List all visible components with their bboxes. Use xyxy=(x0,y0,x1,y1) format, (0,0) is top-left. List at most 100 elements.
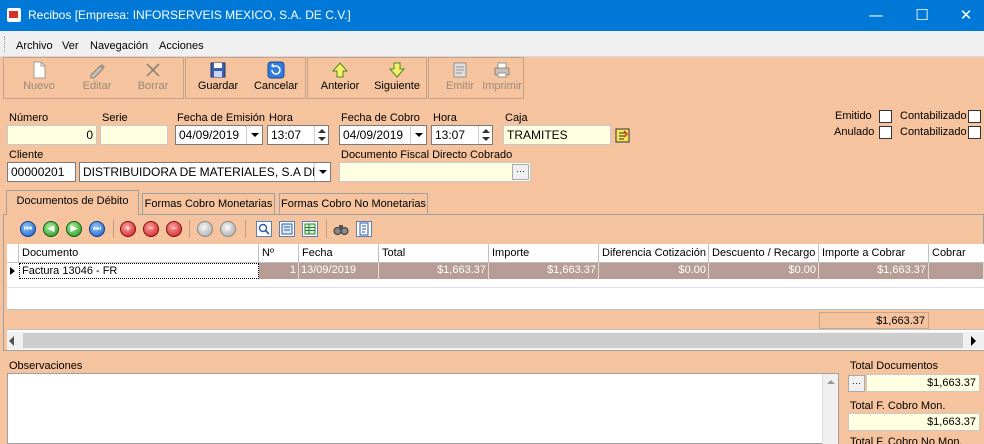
minimize-button[interactable]: — xyxy=(853,0,899,31)
grid-header-descuento[interactable]: Descuento / Recargo xyxy=(709,244,819,263)
spin-updown-icon[interactable] xyxy=(314,126,328,144)
fecha-cobro-input[interactable]: 04/09/2019 xyxy=(339,125,427,145)
imprimir-button[interactable]: Imprimir xyxy=(482,59,522,97)
contabilizado-checkbox-2[interactable] xyxy=(968,126,981,139)
search-icon[interactable] xyxy=(256,221,272,237)
fecha-cobro-value: 04/09/2019 xyxy=(343,128,404,142)
prev-record-icon[interactable]: ◀ xyxy=(43,221,59,237)
table-row-numero[interactable]: 1 xyxy=(259,263,299,279)
hora-emision-value: 13:07 xyxy=(271,128,302,142)
grid-view-icon[interactable] xyxy=(302,221,318,237)
table-row-descuento[interactable]: $0.00 xyxy=(709,263,819,279)
observaciones-textarea[interactable] xyxy=(7,373,839,444)
cliente-name-select[interactable]: DISTRIBUIDORA DE MATERIALES, S.A DE C.V. xyxy=(79,162,331,182)
chevron-down-icon[interactable] xyxy=(314,163,330,181)
menu-archivo[interactable]: Archivo xyxy=(16,40,53,52)
remove-row-icon[interactable]: − xyxy=(143,221,159,237)
table-row-diferencia[interactable]: $0.00 xyxy=(599,263,709,279)
arrow-up-icon xyxy=(331,61,349,79)
table-row-documento[interactable]: Factura 13046 - FR xyxy=(19,263,259,279)
nuevo-button[interactable]: Nuevo xyxy=(18,59,60,97)
total-documentos-browse-button[interactable]: ··· xyxy=(848,375,865,392)
arrow-down-icon xyxy=(388,61,406,79)
report-icon[interactable] xyxy=(356,221,372,237)
grid-header-diferencia[interactable]: Diferencia Cotización xyxy=(599,244,709,263)
anulado-checkbox[interactable] xyxy=(879,126,892,139)
observaciones-scrollbar[interactable] xyxy=(822,374,838,444)
table-row-fecha[interactable]: 13/09/2019 xyxy=(299,263,379,279)
emitir-button[interactable]: Emitir xyxy=(440,59,480,97)
new-document-icon xyxy=(30,61,48,79)
first-record-icon[interactable]: ⏮ xyxy=(20,221,36,237)
serie-input[interactable] xyxy=(100,125,168,145)
table-row-total[interactable]: $1,663.37 xyxy=(379,263,489,279)
grid-header-documento[interactable]: Documento xyxy=(19,244,259,263)
accept-row-icon[interactable]: ✓ xyxy=(197,221,213,237)
tab-formas-cobro-no-monetarias[interactable]: Formas Cobro No Monetarias xyxy=(279,193,428,214)
row-indicator xyxy=(7,263,19,279)
cancel-row-icon[interactable]: ✕ xyxy=(220,221,236,237)
title-bar: Recibos [Empresa: INFORSERVEIS MEXICO, S… xyxy=(0,0,984,31)
hora-emision-input[interactable]: 13:07 xyxy=(267,125,329,145)
next-record-icon[interactable]: ▶ xyxy=(66,221,82,237)
menu-ver[interactable]: Ver xyxy=(62,40,79,52)
cliente-label: Cliente xyxy=(9,149,44,161)
spin-updown-icon[interactable] xyxy=(478,126,492,144)
cliente-code-input[interactable]: 00000201 xyxy=(7,162,76,182)
menu-navegacion[interactable]: Navegación xyxy=(90,40,148,52)
grid-header-fecha[interactable]: Fecha xyxy=(299,244,379,263)
anterior-button[interactable]: Anterior xyxy=(319,59,361,97)
fecha-emision-input[interactable]: 04/09/2019 xyxy=(175,125,263,145)
cancelar-label: Cancelar xyxy=(253,80,299,92)
chevron-down-icon[interactable] xyxy=(410,126,426,144)
borrar-label: Borrar xyxy=(137,80,169,92)
emitido-checkbox[interactable] xyxy=(879,110,892,123)
close-button[interactable]: ✕ xyxy=(943,0,984,31)
last-record-icon[interactable]: ⏭ xyxy=(89,221,105,237)
doc-fiscal-label: Documento Fiscal Directo Cobrado xyxy=(341,149,513,161)
grid-header-importe-cobrar[interactable]: Importe a Cobrar xyxy=(819,244,929,263)
printer-icon xyxy=(493,61,511,79)
doc-fiscal-browse-button[interactable]: ··· xyxy=(512,164,529,180)
editar-label: Editar xyxy=(82,80,112,92)
scroll-right-icon[interactable] xyxy=(971,336,976,346)
chevron-down-icon[interactable] xyxy=(246,126,262,144)
siguiente-button[interactable]: Siguiente xyxy=(372,59,422,97)
tab-formas-cobro-monetarias[interactable]: Formas Cobro Monetarias xyxy=(142,193,275,214)
editar-button[interactable]: Editar xyxy=(76,59,118,97)
hora-cobro-input[interactable]: 13:07 xyxy=(431,125,493,145)
window-title: Recibos [Empresa: INFORSERVEIS MEXICO, S… xyxy=(28,8,351,22)
numero-label: Número xyxy=(9,112,49,124)
hora-emision-label: Hora xyxy=(269,112,293,124)
contabilizado-label-2: Contabilizado xyxy=(900,126,967,138)
grid-header-numero[interactable]: Nº xyxy=(259,244,299,263)
cancelar-button[interactable]: Cancelar xyxy=(252,59,300,97)
grid-header-cobrar[interactable]: Cobrar xyxy=(929,244,984,263)
grid-header-total[interactable]: Total xyxy=(379,244,489,263)
form-view-icon[interactable] xyxy=(279,221,295,237)
total-documentos-label: Total Documentos xyxy=(850,360,939,372)
table-row-importe[interactable]: $1,663.37 xyxy=(489,263,599,279)
scroll-left-icon[interactable] xyxy=(9,336,14,346)
menu-acciones[interactable]: Acciones xyxy=(159,40,204,52)
grid-header-importe[interactable]: Importe xyxy=(489,244,599,263)
anterior-label: Anterior xyxy=(320,80,360,92)
caja-lookup-icon[interactable] xyxy=(615,128,630,143)
borrar-button[interactable]: Borrar xyxy=(132,59,174,97)
table-row-cobrar[interactable] xyxy=(929,263,984,279)
maximize-button[interactable]: ☐ xyxy=(899,0,945,31)
clear-row-icon[interactable]: − xyxy=(166,221,182,237)
caja-input[interactable]: TRAMITES xyxy=(503,125,611,145)
guardar-button[interactable]: Guardar xyxy=(196,59,240,97)
tab-documentos-debito[interactable]: Documentos de Débito xyxy=(6,190,139,215)
add-row-icon[interactable]: + xyxy=(120,221,136,237)
table-row-importe-cobrar[interactable]: $1,663.37 xyxy=(819,263,929,279)
siguiente-label: Siguiente xyxy=(374,80,420,92)
binoculars-icon[interactable] xyxy=(333,221,349,237)
scroll-thumb[interactable] xyxy=(23,333,963,348)
contabilizado-checkbox-1[interactable] xyxy=(968,110,981,123)
app-icon xyxy=(7,8,21,22)
numero-input[interactable]: 0 xyxy=(7,125,97,145)
doc-fiscal-input[interactable]: ··· xyxy=(339,162,531,182)
total-fcobro-mon-label: Total F. Cobro Mon. xyxy=(850,400,946,412)
